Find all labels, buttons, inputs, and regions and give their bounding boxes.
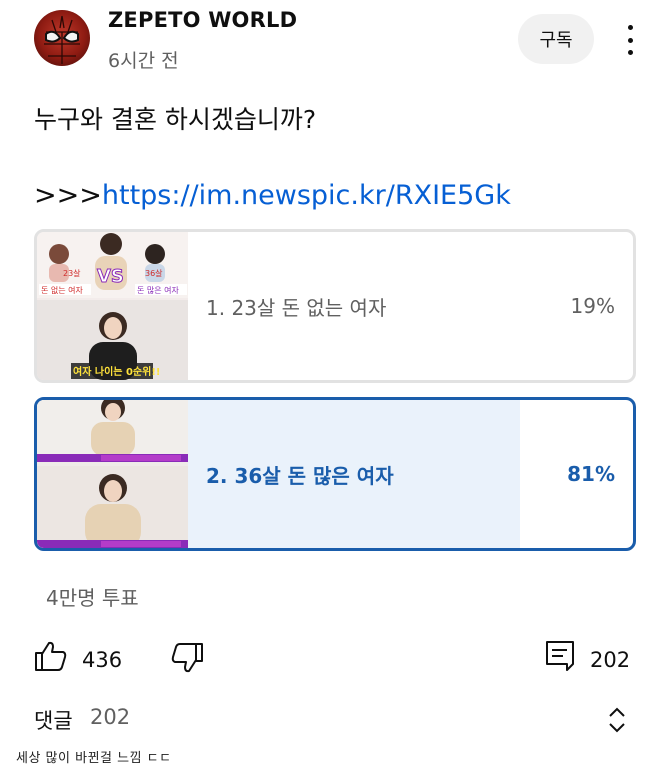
action-bar: 436 202 — [0, 636, 657, 686]
thumb-text-right-caption: 돈 많은 여자 — [137, 285, 180, 295]
comment-count: 202 — [590, 648, 631, 672]
post-header: ZEPETO WORLD 6시간 전 구독 — [0, 0, 657, 80]
comments-count: 202 — [90, 705, 131, 729]
thumb-text-age-2: 36살 — [145, 269, 163, 278]
thumb-text-left-caption: 돈 없는 여자 — [41, 285, 84, 295]
thumb-text-bottom-caption: 여자 나이는 0순위!! — [73, 365, 160, 378]
more-dot-icon — [627, 37, 633, 43]
thumbs-down-icon[interactable] — [170, 642, 204, 674]
screenshot-caption: 세상 많이 바뀐걸 느낌 ㄷㄷ — [16, 751, 172, 766]
post-link[interactable]: https://im.newspic.kr/RXIE5Gk — [102, 180, 511, 211]
link-prefix: >>> — [34, 180, 102, 211]
comments-title: 댓글 — [34, 709, 73, 733]
thumb-text-vs: VS — [97, 266, 124, 287]
poll-option-2-thumbnail — [37, 400, 188, 548]
poll-option-2[interactable]: 2. 36살 돈 많은 여자 81% — [34, 397, 636, 551]
channel-avatar[interactable] — [34, 10, 90, 66]
poll-option-2-percent: 81% — [567, 462, 615, 486]
comment-icon[interactable] — [545, 640, 575, 672]
comments-header[interactable]: 댓글 202 — [0, 700, 657, 740]
poll-option-2-label: 2. 36살 돈 많은 여자 — [206, 463, 394, 488]
channel-name[interactable]: ZEPETO WORLD — [108, 8, 297, 32]
poll-option-1-percent: 19% — [570, 294, 615, 318]
post-timestamp: 6시간 전 — [108, 50, 179, 72]
poll-option-1-thumbnail: 23살 VS 36살 돈 없는 여자 돈 많은 여자 여자 나이는 0순위!! — [37, 232, 188, 380]
more-options-button[interactable] — [618, 22, 642, 58]
post-question: 누구와 결혼 하시겠습니까? — [34, 105, 317, 134]
like-count: 436 — [82, 648, 123, 672]
thumb-text-age-1: 23살 — [63, 269, 81, 278]
more-dot-icon — [627, 50, 633, 55]
more-dot-icon — [627, 25, 633, 30]
expand-chevron-icon[interactable] — [606, 706, 628, 734]
poll-option-1-label: 1. 23살 돈 없는 여자 — [206, 295, 387, 320]
subscribe-button[interactable]: 구독 — [518, 14, 594, 64]
spiderman-mask-icon — [44, 15, 80, 64]
vote-count: 4만명 투표 — [46, 586, 139, 610]
post-link-line: >>>https://im.newspic.kr/RXIE5Gk — [34, 180, 511, 211]
poll-option-1[interactable]: 23살 VS 36살 돈 없는 여자 돈 많은 여자 여자 나이는 0순위!! … — [34, 229, 636, 383]
thumbs-up-icon[interactable] — [34, 640, 68, 672]
